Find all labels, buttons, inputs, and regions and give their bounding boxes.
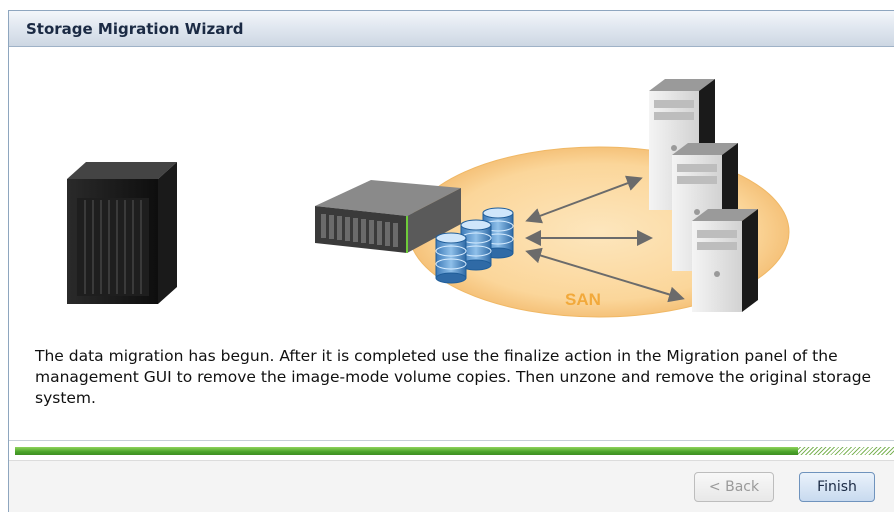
back-button[interactable]: < Back bbox=[694, 472, 774, 502]
dialog-titlebar: Storage Migration Wizard bbox=[9, 11, 894, 47]
dialog-footer: < Back Finish bbox=[9, 460, 894, 512]
migration-illustration: SAN bbox=[67, 79, 790, 318]
san-label: SAN bbox=[565, 290, 601, 309]
host-server-icon bbox=[692, 209, 758, 312]
storage-migration-dialog: Storage Migration Wizard SAN The data mi… bbox=[8, 10, 894, 512]
progress-bar-fill bbox=[15, 447, 799, 455]
dialog-title: Storage Migration Wizard bbox=[26, 20, 244, 38]
original-storage-system-icon bbox=[67, 162, 177, 304]
status-message: The data migration has begun. After it i… bbox=[35, 347, 872, 407]
progress-bar bbox=[15, 447, 894, 455]
progress-area bbox=[9, 440, 894, 460]
finish-button[interactable]: Finish bbox=[799, 472, 875, 502]
